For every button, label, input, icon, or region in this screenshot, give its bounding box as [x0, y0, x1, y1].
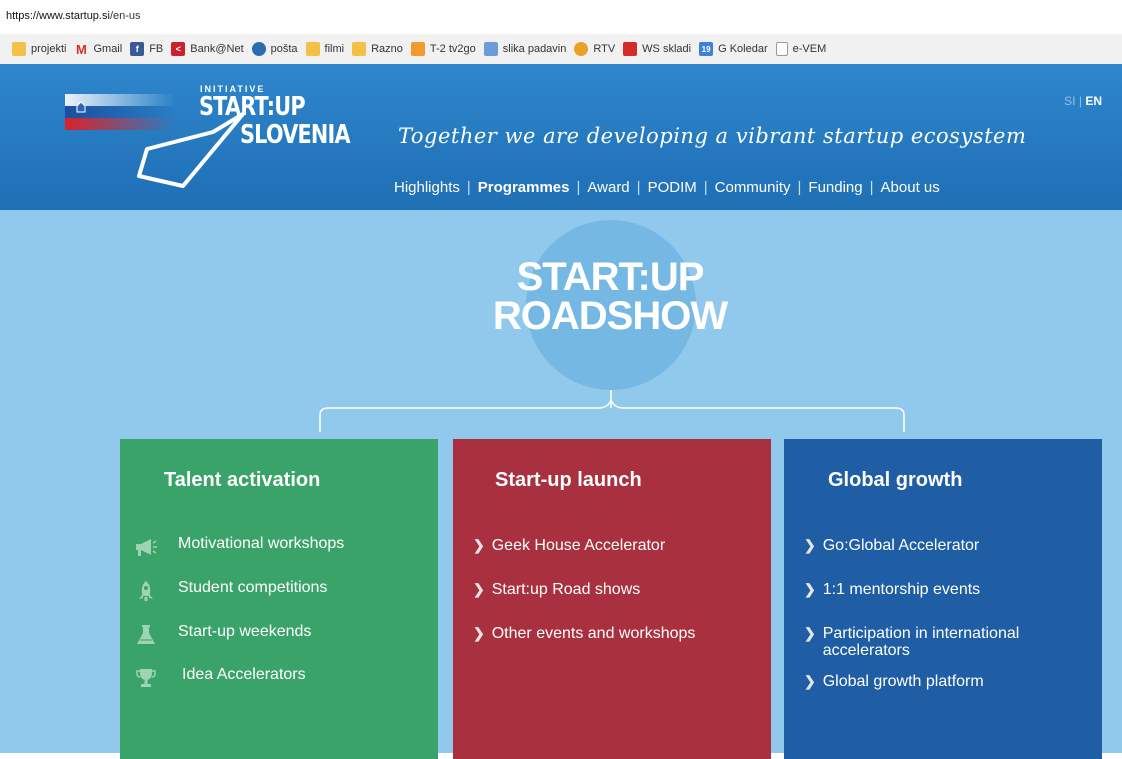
chevron-right-icon: ❯ [473, 581, 485, 597]
facebook-icon: f [130, 42, 145, 56]
main-nav: Highlights | Programmes | Award | PODIM | Co… [394, 179, 940, 196]
startup-slovenia-logo[interactable]: INITIATIVE START:UP SLOVENIA [55, 74, 375, 204]
list-item[interactable]: ❯ Participation in international accelera… [804, 625, 1064, 659]
megaphone-icon [134, 535, 158, 559]
nav-about-us[interactable]: About us [881, 179, 940, 196]
list-item[interactable]: Student competitions [134, 579, 327, 603]
list-item[interactable]: ❯ 1:1 mentorship events [804, 581, 980, 598]
list-item[interactable]: ❯ Go:Global Accelerator [804, 537, 979, 554]
list-item[interactable]: ❯ Start:up Road shows [473, 581, 640, 598]
language-switcher: SI | EN [1064, 94, 1102, 108]
bookmark-rtv[interactable]: RTV [574, 42, 615, 56]
nav-podim[interactable]: PODIM [648, 179, 697, 196]
nav-separator: | [869, 179, 874, 196]
tv-icon [410, 42, 425, 56]
site-header: INITIATIVE START:UP SLOVENIA SI | EN Tog… [0, 64, 1122, 210]
trophy-icon [134, 666, 158, 690]
page-icon [775, 42, 788, 56]
bookmark-e-vem[interactable]: e-VEM [775, 42, 826, 56]
chevron-right-icon: ❯ [804, 537, 816, 553]
list-item[interactable]: ❯ Other events and workshops [473, 625, 695, 642]
url-text[interactable]: https://www.startup.si/en-us [6, 10, 141, 22]
bookmark-razno[interactable]: Razno [352, 42, 403, 56]
panel-title-talent: Talent activation [164, 469, 321, 491]
url-bar[interactable]: https://www.startup.si/en-us [0, 0, 1122, 34]
bank-icon: < [171, 42, 186, 56]
bookmark-posta[interactable]: pošta [251, 42, 298, 56]
lang-en-link[interactable]: EN [1085, 94, 1102, 108]
bookmark-filmi[interactable]: filmi [305, 42, 344, 56]
list-item[interactable]: Idea Accelerators [134, 666, 306, 690]
bookmark-slika-padavin[interactable]: slika padavin [483, 42, 566, 56]
rocket-icon [134, 579, 158, 603]
chevron-right-icon: ❯ [804, 581, 816, 597]
logo-startup-text: START:UP [199, 92, 306, 122]
nav-award[interactable]: Award [587, 179, 629, 196]
calendar-icon: 19 [699, 42, 714, 56]
list-item[interactable]: Start-up weekends [134, 623, 311, 647]
chevron-right-icon: ❯ [473, 537, 485, 553]
bookmark-projekti[interactable]: projekti [12, 42, 66, 56]
url-path: /en-us [109, 10, 141, 22]
panel-global-growth: Global growth ❯ Go:Global Accelerator ❯ 1:… [784, 439, 1102, 759]
roadshow-section: START:UP ROADSHOW Talent activation Moti… [0, 210, 1122, 759]
folder-icon [305, 42, 320, 56]
bookmark-g-koledar[interactable]: 19 G Koledar [699, 42, 768, 56]
nav-community[interactable]: Community [715, 179, 791, 196]
nav-separator: | [466, 179, 471, 196]
panel-title-growth: Global growth [828, 469, 963, 491]
nav-separator: | [797, 179, 802, 196]
panel-startup-launch: Start-up launch ❯ Geek House Accelerator … [453, 439, 771, 759]
list-item[interactable]: ❯ Global growth platform [804, 673, 984, 690]
nav-funding[interactable]: Funding [808, 179, 862, 196]
nav-separator: | [576, 179, 581, 196]
chevron-right-icon: ❯ [804, 673, 816, 689]
bookmark-t2[interactable]: T-2 tv2go [410, 42, 476, 56]
lang-separator: | [1078, 94, 1082, 108]
chevron-right-icon: ❯ [804, 625, 816, 641]
bookmark-gmail[interactable]: M Gmail [74, 41, 122, 57]
nav-programmes[interactable]: Programmes [478, 179, 570, 196]
rtv-icon [574, 42, 589, 56]
gmail-icon: M [76, 41, 87, 57]
bookmark-ws-skladi[interactable]: WS skladi [623, 42, 691, 56]
list-item[interactable]: Motivational workshops [134, 535, 344, 559]
nav-highlights[interactable]: Highlights [394, 179, 460, 196]
site-tagline: Together we are developing a vibrant sta… [398, 124, 1027, 148]
nav-separator: | [636, 179, 641, 196]
bookmark-fb[interactable]: f FB [130, 42, 163, 56]
folder-icon [12, 42, 26, 56]
bookmarks-bar: projekti M Gmail f FB < Bank@Net pošta film… [0, 34, 1122, 65]
flask-icon [134, 623, 158, 647]
url-host: https://www.startup.si [6, 10, 110, 22]
lang-si-link[interactable]: SI [1064, 94, 1075, 108]
nav-separator: | [703, 179, 708, 196]
logo-slovenia-text: SLOVENIA [240, 120, 351, 150]
weather-icon [483, 42, 498, 56]
connector-lines [319, 390, 905, 432]
ws-icon [623, 42, 638, 56]
bookmark-banknet[interactable]: < Bank@Net [171, 42, 244, 56]
list-item[interactable]: ❯ Geek House Accelerator [473, 537, 665, 554]
mail-icon [251, 42, 266, 56]
panel-title-launch: Start-up launch [495, 469, 642, 491]
panel-talent-activation: Talent activation Motivational workshops… [120, 439, 438, 759]
folder-icon [352, 42, 367, 56]
chevron-right-icon: ❯ [473, 625, 485, 641]
